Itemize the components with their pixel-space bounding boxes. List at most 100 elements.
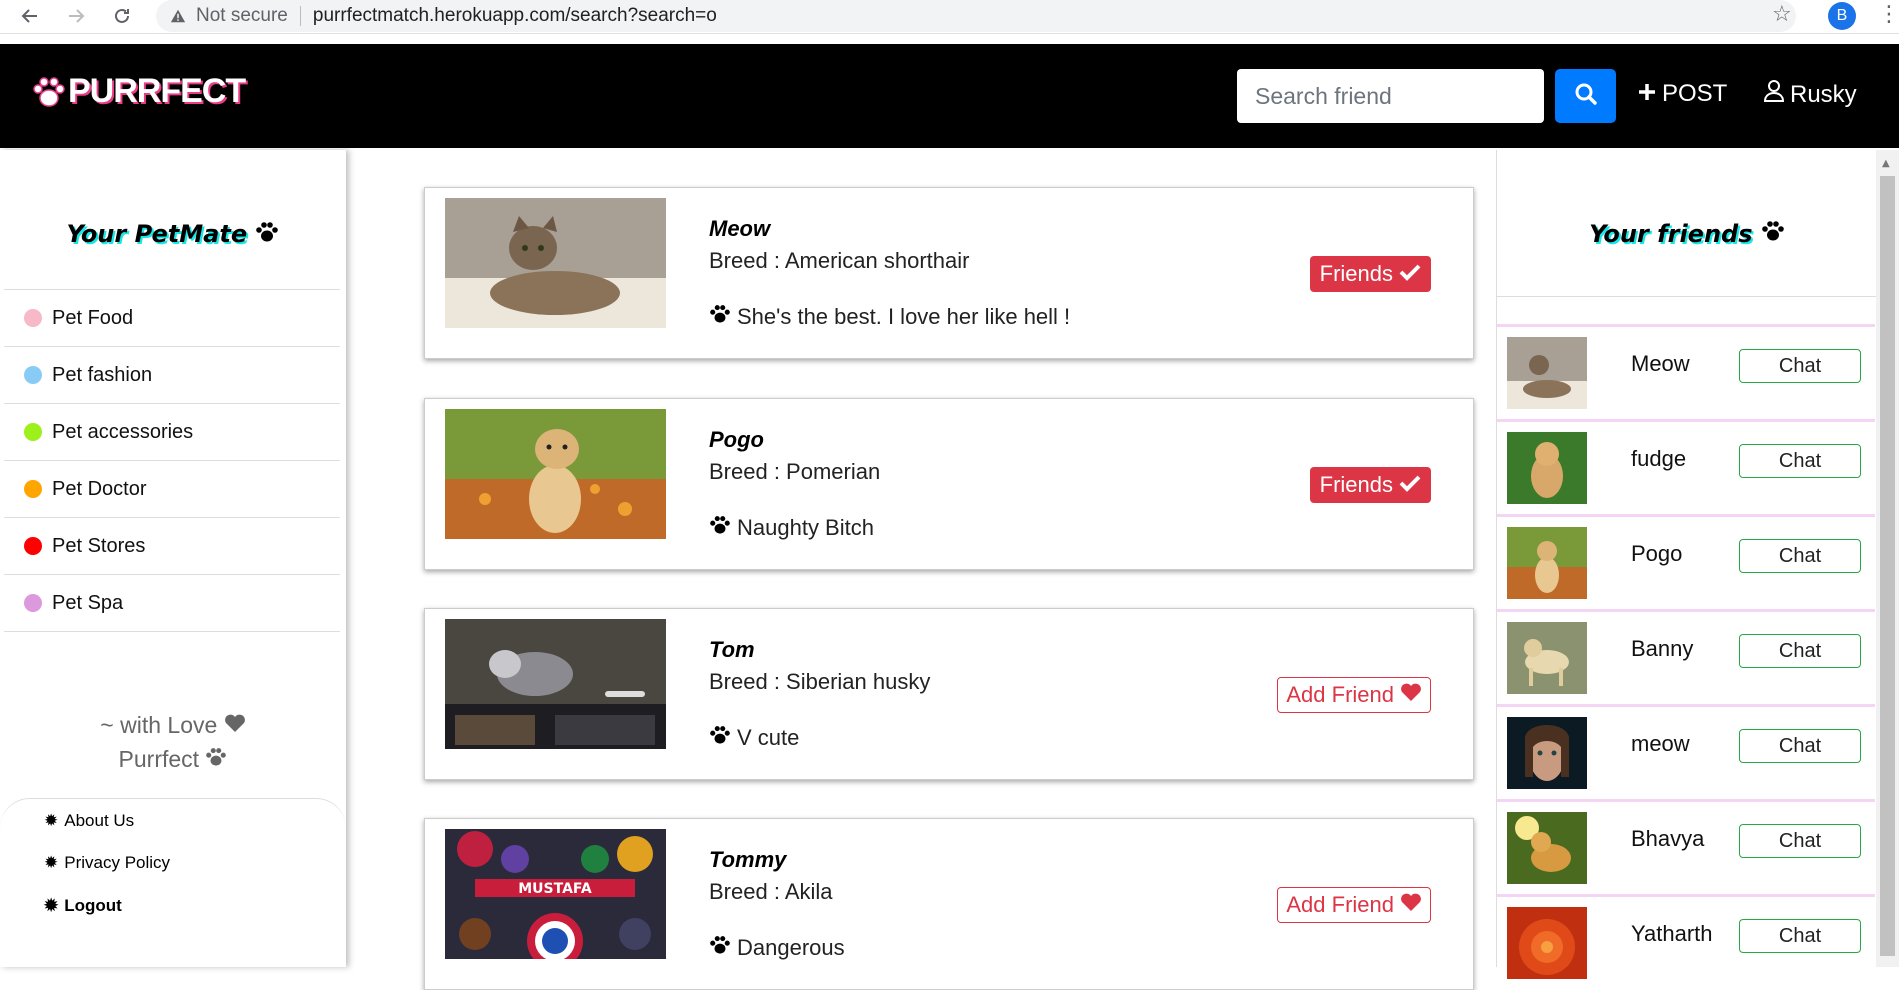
- pet-breed: Breed : Siberian husky: [709, 669, 931, 694]
- back-arrow-icon[interactable]: [18, 4, 42, 28]
- privacy-policy-label: Privacy Policy: [64, 853, 171, 872]
- forward-arrow-icon[interactable]: [64, 4, 88, 28]
- friend-avatar: [1507, 527, 1587, 599]
- paw-icon: [205, 746, 227, 772]
- category-pet-accessories[interactable]: Pet accessories: [4, 404, 340, 461]
- post-label: POST: [1662, 80, 1728, 107]
- category-pet-fashion[interactable]: Pet fashion: [4, 347, 340, 404]
- category-label: Pet Stores: [52, 534, 146, 557]
- pet-description: Dangerous: [709, 935, 845, 961]
- profile-avatar[interactable]: B: [1828, 2, 1856, 30]
- pet-photo: [445, 198, 666, 328]
- search-friend-input[interactable]: [1237, 69, 1544, 123]
- friend-name: Banny: [1631, 636, 1694, 661]
- friend-name: Bhavya: [1631, 826, 1705, 851]
- bookmark-star-icon[interactable]: ☆: [1772, 2, 1792, 27]
- paw-icon: [709, 515, 731, 541]
- user-name: Rusky: [1790, 80, 1857, 108]
- add-friend-button[interactable]: Add Friend: [1277, 677, 1431, 713]
- category-list: Pet Food Pet fashion Pet accessories Pet…: [4, 289, 340, 632]
- svg-text:MUSTAFA: MUSTAFA: [518, 881, 592, 897]
- user-profile-link[interactable]: Rusky: [1763, 80, 1857, 109]
- category-label: Pet accessories: [52, 420, 194, 443]
- about-us-label: About Us: [64, 811, 135, 830]
- scroll-up-arrow-icon[interactable]: ▲: [1882, 158, 1890, 169]
- chat-button[interactable]: Chat: [1739, 444, 1861, 478]
- friend-avatar: [1507, 337, 1587, 409]
- add-friend-label: Add Friend: [1286, 682, 1394, 707]
- pet-name[interactable]: Pogo: [709, 427, 764, 453]
- about-us-link[interactable]: ✹ About Us: [44, 811, 134, 831]
- category-pet-stores[interactable]: Pet Stores: [4, 518, 340, 575]
- pet-card: MUSTAFA Tommy Breed : Akila Dangerous Ad…: [424, 818, 1474, 990]
- chat-button[interactable]: Chat: [1739, 539, 1861, 573]
- logo-text: PURRFECT: [68, 72, 246, 110]
- gear-icon: ✹: [44, 811, 59, 830]
- gear-icon: ✹: [44, 896, 59, 915]
- search-button[interactable]: [1555, 69, 1616, 123]
- chat-button[interactable]: Chat: [1739, 729, 1861, 763]
- category-pet-food[interactable]: Pet Food: [4, 290, 340, 347]
- friend-name: Yatharth: [1631, 921, 1713, 946]
- pet-name[interactable]: Meow: [709, 216, 770, 242]
- category-dot: [24, 423, 42, 441]
- search-icon: [1574, 82, 1598, 110]
- reload-icon[interactable]: [110, 4, 134, 28]
- pet-name[interactable]: Tommy: [709, 847, 786, 873]
- gear-icon: ✹: [44, 853, 59, 872]
- user-icon: [1763, 80, 1785, 109]
- paw-icon: [709, 725, 731, 751]
- page-scrollbar[interactable]: ▲: [1876, 150, 1899, 967]
- pet-breed: Breed : Akila: [709, 879, 833, 904]
- url-text[interactable]: purrfectmatch.herokuapp.com/search?searc…: [313, 5, 717, 27]
- friend-row: Yatharth Chat: [1497, 894, 1875, 986]
- logout-label: Logout: [64, 896, 122, 915]
- friend-avatar: [1507, 717, 1587, 789]
- friend-name: Pogo: [1631, 541, 1683, 566]
- add-friend-label: Add Friend: [1286, 892, 1394, 917]
- friend-avatar: [1507, 432, 1587, 504]
- love-line-2: Purrfect: [118, 746, 200, 772]
- site-logo[interactable]: PURRFECT: [32, 72, 246, 111]
- security-label: Not secure: [196, 5, 288, 26]
- check-icon: [1399, 472, 1421, 498]
- friends-badge[interactable]: Friends: [1309, 256, 1431, 292]
- category-label: Pet Doctor: [52, 477, 147, 500]
- warning-icon: [170, 8, 186, 24]
- logout-link[interactable]: ✹ Logout: [44, 896, 122, 916]
- pet-breed: Breed : American shorthair: [709, 248, 970, 273]
- chat-button[interactable]: Chat: [1739, 349, 1861, 383]
- address-bar[interactable]: Not secure purrfectmatch.herokuapp.com/s…: [156, 0, 1796, 32]
- paw-icon: [1761, 220, 1785, 248]
- friends-badge[interactable]: Friends: [1309, 467, 1431, 503]
- friend-avatar: [1507, 812, 1587, 884]
- pet-name[interactable]: Tom: [709, 637, 755, 663]
- chat-button[interactable]: Chat: [1739, 634, 1861, 668]
- left-sidebar: Your PetMate Pet Food Pet fashion Pet ac…: [0, 150, 346, 967]
- chat-button[interactable]: Chat: [1739, 919, 1861, 953]
- friend-row: Pogo Chat: [1497, 514, 1875, 606]
- chat-button[interactable]: Chat: [1739, 824, 1861, 858]
- paw-icon: [255, 221, 279, 249]
- add-friend-button[interactable]: Add Friend: [1277, 887, 1431, 923]
- browser-toolbar: Not secure purrfectmatch.herokuapp.com/s…: [0, 0, 1899, 34]
- privacy-policy-link[interactable]: ✹ Privacy Policy: [44, 853, 170, 873]
- pet-card: Meow Breed : American shorthair She's th…: [424, 187, 1474, 359]
- category-pet-spa[interactable]: Pet Spa: [4, 575, 340, 632]
- category-dot: [24, 366, 42, 384]
- paw-icon: [32, 76, 66, 108]
- post-button[interactable]: POST: [1638, 80, 1727, 108]
- friend-name: fudge: [1631, 446, 1687, 471]
- pet-description: She's the best. I love her like hell !: [709, 304, 1070, 330]
- category-pet-doctor[interactable]: Pet Doctor: [4, 461, 340, 518]
- more-menu-icon[interactable]: ⋮: [1878, 2, 1899, 27]
- category-dot: [24, 594, 42, 612]
- friend-row: meow Chat: [1497, 704, 1875, 796]
- divider: [299, 6, 301, 26]
- plus-icon: [1638, 80, 1656, 108]
- friends-title: Your friends: [1497, 220, 1877, 248]
- pet-description-text: V cute: [737, 725, 800, 750]
- friend-row: Banny Chat: [1497, 609, 1875, 701]
- scroll-thumb[interactable]: [1880, 176, 1895, 956]
- pet-photo: [445, 619, 666, 749]
